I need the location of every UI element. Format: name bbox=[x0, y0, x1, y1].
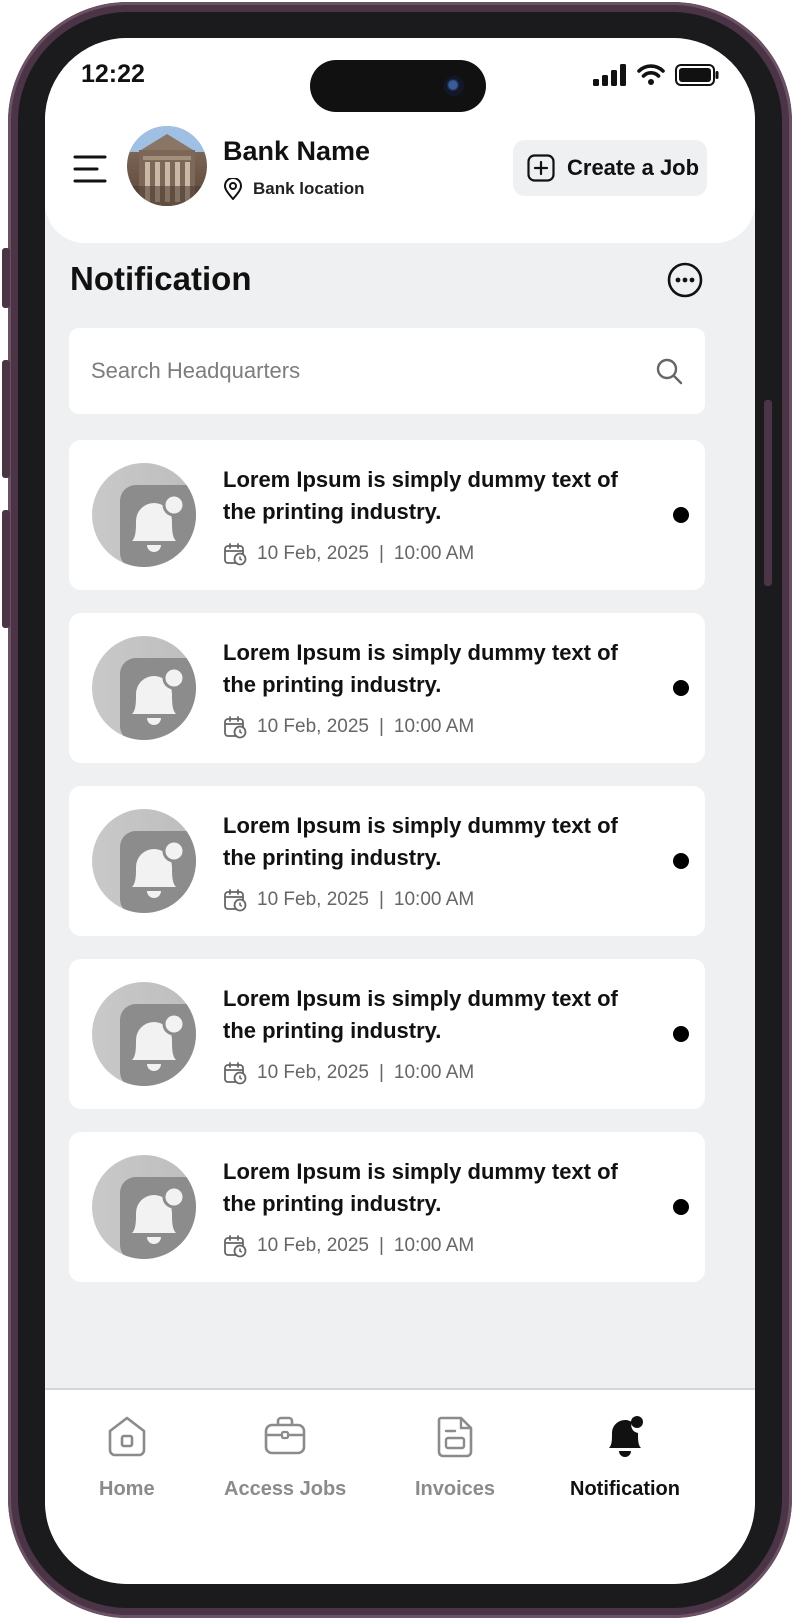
bell-icon bbox=[120, 1004, 196, 1086]
notification-meta: 10 Feb, 2025 | 10:00 AM bbox=[223, 542, 474, 566]
notification-meta: 10 Feb, 2025 | 10:00 AM bbox=[223, 888, 474, 912]
notification-card[interactable]: Lorem Ipsum is simply dummy text of the … bbox=[69, 1132, 705, 1282]
tab-access-jobs[interactable]: Access Jobs bbox=[224, 1414, 346, 1501]
plus-square-icon bbox=[527, 154, 555, 182]
page-title: Notification bbox=[70, 260, 252, 297]
briefcase-icon bbox=[264, 1416, 306, 1455]
notification-thumbnail bbox=[92, 809, 196, 913]
calendar-clock-icon bbox=[224, 889, 247, 912]
bank-building-image bbox=[127, 126, 207, 206]
tab-invoices-label: Invoices bbox=[415, 1478, 496, 1500]
notification-time: 10:00 AM bbox=[393, 716, 475, 737]
bank-location-row: Bank location bbox=[223, 178, 364, 200]
bank-avatar[interactable] bbox=[127, 126, 207, 206]
notification-card[interactable]: Lorem Ipsum is simply dummy text of the … bbox=[69, 613, 705, 763]
notification-text: Lorem Ipsum is simply dummy text of the … bbox=[223, 986, 618, 1043]
notification-time: 10:00 AM bbox=[393, 889, 475, 910]
home-icon bbox=[108, 1416, 146, 1457]
notification-text: Lorem Ipsum is simply dummy text of the … bbox=[223, 640, 618, 697]
notification-date: 10 Feb, 2025 bbox=[257, 543, 369, 564]
notification-separator: | bbox=[378, 1235, 384, 1256]
calendar-clock-icon bbox=[224, 1062, 247, 1085]
notification-card[interactable]: Lorem Ipsum is simply dummy text of the … bbox=[69, 786, 705, 936]
bank-location: Bank location bbox=[253, 179, 365, 198]
calendar-clock-icon bbox=[224, 543, 247, 566]
tab-notification-label: Notification bbox=[570, 1478, 680, 1500]
notification-time: 10:00 AM bbox=[393, 1062, 475, 1083]
calendar-clock-icon bbox=[224, 716, 247, 739]
notification-separator: | bbox=[378, 1062, 384, 1083]
bell-icon bbox=[120, 658, 196, 740]
notification-date: 10 Feb, 2025 bbox=[257, 1235, 369, 1256]
search-icon[interactable] bbox=[655, 357, 683, 385]
dynamic-island bbox=[310, 60, 486, 112]
calendar-clock-icon bbox=[224, 1235, 247, 1258]
signal-icon bbox=[593, 64, 626, 86]
bell-icon bbox=[120, 1177, 196, 1259]
notification-meta: 10 Feb, 2025 | 10:00 AM bbox=[223, 715, 474, 739]
phone-power-button bbox=[764, 400, 772, 586]
search-bar bbox=[69, 328, 705, 414]
tab-access-jobs-label: Access Jobs bbox=[224, 1478, 347, 1500]
bell-icon bbox=[609, 1416, 643, 1457]
notification-card[interactable]: Lorem Ipsum is simply dummy text of the … bbox=[69, 959, 705, 1109]
phone-volume-up-button bbox=[2, 360, 10, 478]
battery-icon bbox=[675, 64, 719, 86]
notification-date: 10 Feb, 2025 bbox=[257, 889, 369, 910]
notification-list: Lorem Ipsum is simply dummy text of the … bbox=[69, 440, 705, 1305]
unread-dot bbox=[673, 1026, 689, 1042]
notification-meta: 10 Feb, 2025 | 10:00 AM bbox=[223, 1061, 474, 1085]
notification-separator: | bbox=[378, 543, 384, 564]
tab-home-label: Home bbox=[99, 1478, 155, 1500]
notification-text: Lorem Ipsum is simply dummy text of the … bbox=[223, 1159, 618, 1216]
status-icons bbox=[593, 64, 719, 86]
search-input[interactable] bbox=[91, 358, 655, 384]
menu-icon[interactable] bbox=[73, 154, 107, 184]
notification-separator: | bbox=[378, 716, 384, 737]
notification-card[interactable]: Lorem Ipsum is simply dummy text of the … bbox=[69, 440, 705, 590]
create-job-button[interactable]: Create a Job bbox=[513, 140, 707, 196]
invoice-icon bbox=[437, 1416, 473, 1458]
camera-icon bbox=[444, 76, 464, 96]
bottom-tab-bar: Home Access Jobs Invoices Notification bbox=[45, 1388, 755, 1584]
unread-dot bbox=[673, 507, 689, 523]
notification-text: Lorem Ipsum is simply dummy text of the … bbox=[223, 813, 618, 870]
phone-volume-down-button bbox=[2, 510, 10, 628]
unread-dot bbox=[673, 1199, 689, 1215]
app-screen: 12:22 Bank Name Bank location Create a J… bbox=[45, 38, 755, 1584]
location-pin-icon bbox=[223, 178, 243, 200]
unread-dot bbox=[673, 680, 689, 696]
notification-text: Lorem Ipsum is simply dummy text of the … bbox=[223, 467, 618, 524]
create-job-label: Create a Job bbox=[567, 155, 700, 180]
phone-action-button bbox=[2, 248, 10, 308]
bell-icon bbox=[120, 485, 196, 567]
notification-thumbnail bbox=[92, 463, 196, 567]
notification-date: 10 Feb, 2025 bbox=[257, 1062, 369, 1083]
tab-home[interactable]: Home bbox=[99, 1414, 155, 1501]
status-time: 12:22 bbox=[81, 60, 145, 88]
unread-dot bbox=[673, 853, 689, 869]
notification-thumbnail bbox=[92, 982, 196, 1086]
tab-invoices[interactable]: Invoices bbox=[415, 1414, 495, 1501]
notification-date: 10 Feb, 2025 bbox=[257, 716, 369, 737]
more-options-icon[interactable] bbox=[667, 262, 703, 298]
notification-meta: 10 Feb, 2025 | 10:00 AM bbox=[223, 1234, 474, 1258]
notification-thumbnail bbox=[92, 636, 196, 740]
notification-separator: | bbox=[378, 889, 384, 910]
bank-name: Bank Name bbox=[223, 136, 371, 166]
notification-time: 10:00 AM bbox=[393, 1235, 475, 1256]
notification-time: 10:00 AM bbox=[393, 543, 475, 564]
tab-notification[interactable]: Notification bbox=[570, 1414, 680, 1501]
bell-icon bbox=[120, 831, 196, 913]
wifi-icon bbox=[637, 64, 665, 85]
notification-thumbnail bbox=[92, 1155, 196, 1259]
header-card: 12:22 Bank Name Bank location Create a J… bbox=[45, 38, 755, 243]
